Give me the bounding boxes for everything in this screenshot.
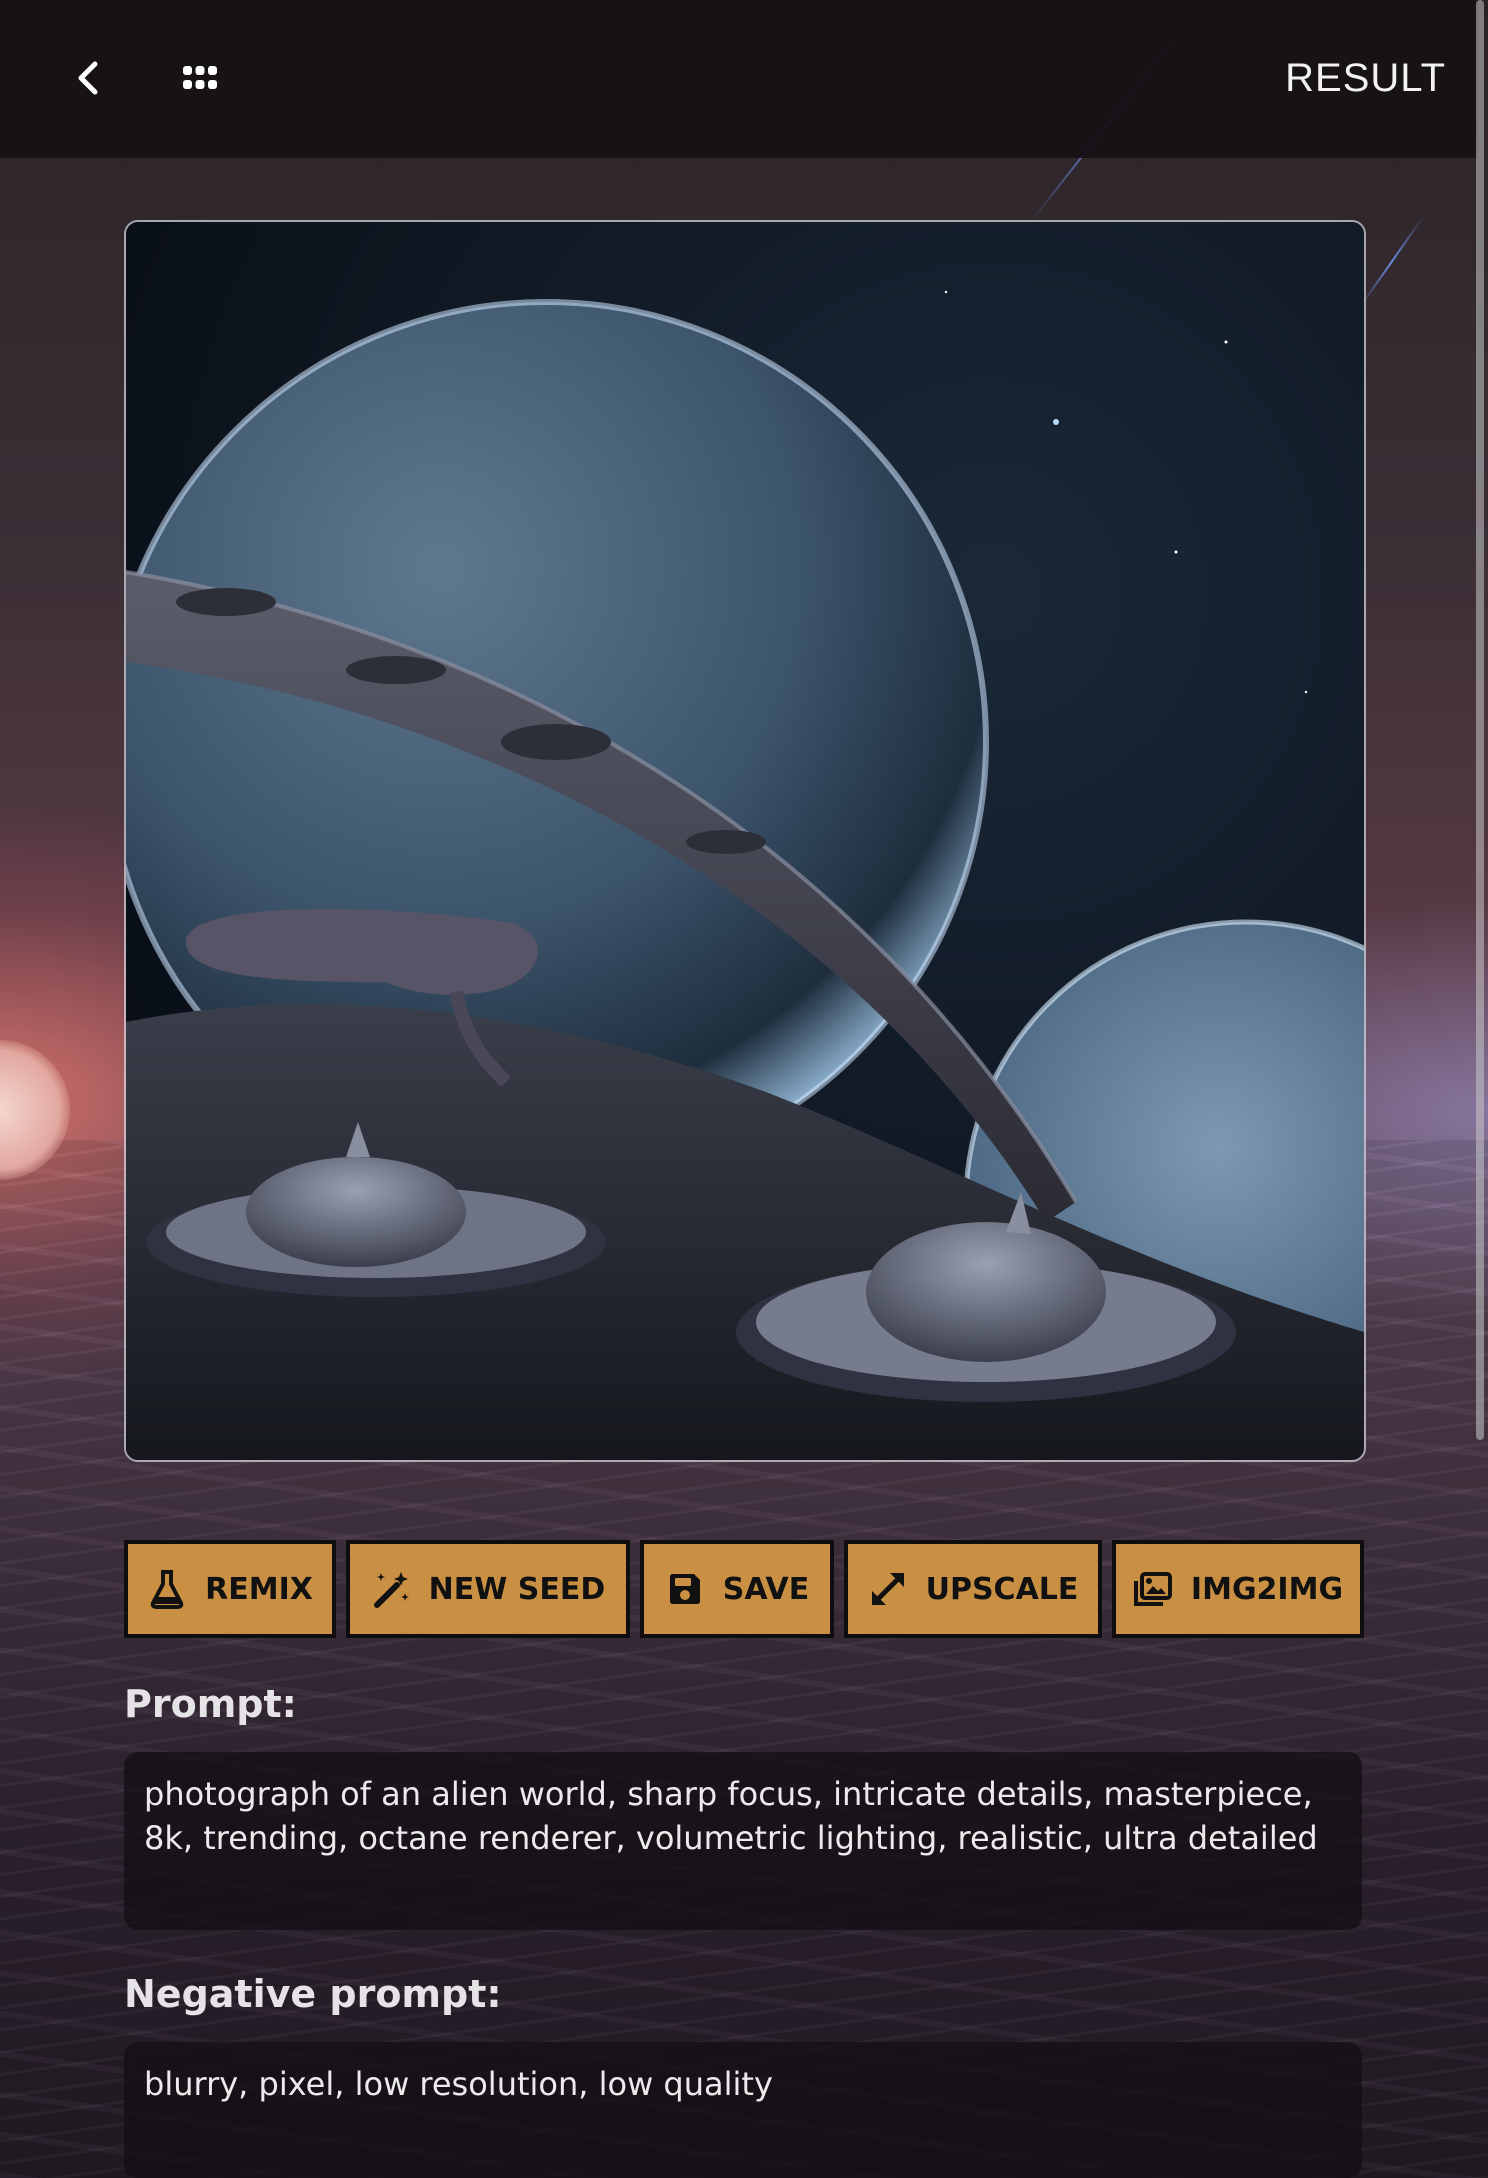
flask-icon bbox=[147, 1569, 187, 1609]
back-button[interactable] bbox=[60, 50, 116, 110]
images-icon bbox=[1133, 1569, 1173, 1609]
grid-menu-button[interactable] bbox=[172, 50, 228, 110]
scrollbar[interactable] bbox=[1476, 0, 1484, 1440]
img2img-button[interactable]: IMG2IMG bbox=[1112, 1540, 1364, 1638]
save-button[interactable]: SAVE bbox=[640, 1540, 834, 1638]
img2img-label: IMG2IMG bbox=[1190, 1571, 1344, 1607]
generated-image[interactable] bbox=[124, 220, 1366, 1462]
prompt-text[interactable]: photograph of an alien world, sharp focu… bbox=[124, 1752, 1362, 1930]
expand-arrows-icon bbox=[868, 1569, 908, 1609]
magic-wand-icon bbox=[371, 1569, 411, 1609]
remix-button[interactable]: REMIX bbox=[124, 1540, 336, 1638]
save-label: SAVE bbox=[722, 1571, 810, 1607]
negative-prompt-text[interactable]: blurry, pixel, low resolution, low quali… bbox=[124, 2042, 1362, 2178]
upscale-label: UPSCALE bbox=[925, 1571, 1079, 1607]
background-sun bbox=[0, 1040, 70, 1180]
chevron-left-icon bbox=[73, 58, 103, 102]
action-bar: REMIX NEW SEED SAVE UPSCALE IMG2IMG bbox=[124, 1540, 1364, 1640]
grid-menu-icon bbox=[180, 63, 220, 97]
prompt-label: Prompt: bbox=[124, 1682, 297, 1726]
remix-label: REMIX bbox=[205, 1571, 313, 1607]
top-bar: RESULT bbox=[0, 0, 1478, 158]
new-seed-label: NEW SEED bbox=[428, 1571, 606, 1607]
new-seed-button[interactable]: NEW SEED bbox=[346, 1540, 630, 1638]
floppy-disk-icon bbox=[665, 1569, 705, 1609]
negative-prompt-label: Negative prompt: bbox=[124, 1972, 502, 2016]
upscale-button[interactable]: UPSCALE bbox=[844, 1540, 1102, 1638]
page-title: RESULT bbox=[1285, 56, 1446, 100]
background-streak bbox=[1359, 216, 1424, 308]
